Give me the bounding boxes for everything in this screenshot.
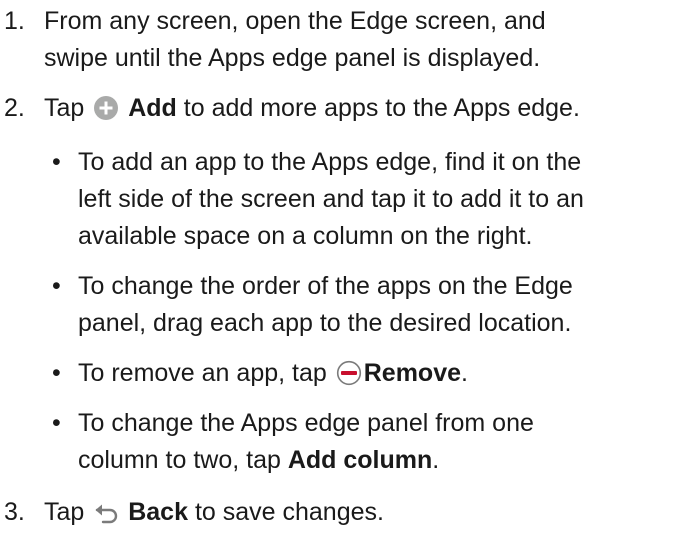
step-text: Tap Add to add more apps to the Apps edg… xyxy=(44,94,580,122)
add-circle-icon xyxy=(93,95,119,121)
add-label: Add xyxy=(128,94,177,122)
step-number: 2. xyxy=(4,94,25,122)
bullet-glyph: • xyxy=(52,409,61,437)
bullet-glyph: • xyxy=(52,272,61,300)
step-text: From any screen, open the Edge screen, a… xyxy=(44,3,695,77)
step-line: swipe until the Apps edge panel is displ… xyxy=(44,44,541,72)
bullet-text: To change the Apps edge panel from one c… xyxy=(78,409,534,474)
bullet-text: To change the order of the apps on the E… xyxy=(78,272,573,337)
bullet-glyph: • xyxy=(52,148,61,176)
remove-circle-icon xyxy=(336,360,362,386)
bullet-glyph: • xyxy=(52,359,61,387)
step-text: Tap Back to save changes. xyxy=(44,498,384,526)
step-number: 3. xyxy=(4,498,25,526)
instructions-document: 1. From any screen, open the Edge screen… xyxy=(0,0,695,547)
back-label: Back xyxy=(128,498,188,526)
add-column-label: Add column xyxy=(287,446,433,474)
step-number: 1. xyxy=(4,7,25,35)
step-line: From any screen, open the Edge screen, a… xyxy=(44,7,546,35)
remove-label: Remove xyxy=(363,359,461,387)
bullet-text: To add an app to the Apps edge, find it … xyxy=(78,148,584,250)
back-arrow-icon xyxy=(93,499,119,525)
bullet-text: To remove an app, tap Remove. xyxy=(78,359,468,387)
